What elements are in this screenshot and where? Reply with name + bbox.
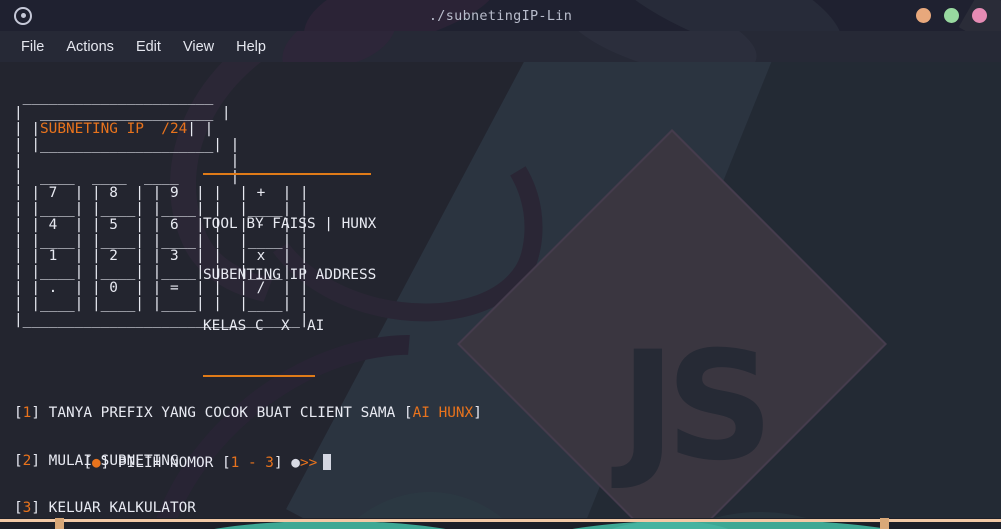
prompt-text-after: ] — [273, 454, 292, 471]
wallpaper-shape-tan-b — [880, 518, 889, 529]
bg-blob — [272, 31, 404, 62]
banner-info-block: TOOL BY FAISS | HUNX SUBENTING IP ADDRES… — [203, 139, 376, 411]
wallpaper-peach-line — [0, 519, 1001, 522]
banner-line-class: KELAS C X AI — [203, 318, 325, 334]
minimize-button[interactable] — [916, 8, 931, 23]
prompt-line[interactable]: [●] PILIH NOMOR [1 - 3] ●>> — [14, 438, 332, 488]
wallpaper-teal-shape — [600, 512, 920, 518]
text-cursor — [323, 453, 332, 470]
window-title: ./subnetingIP-Lin — [428, 7, 573, 24]
window-controls — [916, 0, 987, 31]
wallpaper-diagonal-band-2 — [554, 62, 1001, 518]
wallpaper-shape-tan-a — [55, 518, 64, 529]
js-logo-diamond — [457, 129, 887, 518]
menu-item-help[interactable]: Help — [225, 36, 277, 58]
bg-blob — [554, 31, 766, 62]
desktop-wallpaper-strip — [0, 518, 1001, 529]
terminal-body[interactable]: JS ______________________ | ____________… — [0, 62, 1001, 518]
js-logo-text: JS — [620, 320, 774, 494]
menu-option-3[interactable]: [3] KELUAR KALKULATOR — [14, 500, 482, 517]
menu-item-view[interactable]: View — [172, 36, 225, 58]
close-button[interactable] — [972, 8, 987, 23]
title-bar: ./subnetingIP-Lin — [0, 0, 1001, 31]
prompt-arrow-bullet-icon: ● — [291, 454, 300, 471]
prompt-text-before: ] PILIH NOMOR [ — [100, 454, 231, 471]
menu-option-1-label: TANYA PREFIX YANG COCOK BUAT CLIENT SAMA — [48, 404, 404, 421]
menu-option-1[interactable]: [1] TANYA PREFIX YANG COCOK BUAT CLIENT … — [14, 404, 482, 422]
prompt-arrow-icon: >> — [299, 454, 318, 471]
terminal-window: ./subnetingIP-Lin File Actions Edit View… — [0, 0, 1001, 518]
wallpaper-shape-teal-a — [180, 521, 480, 529]
banner-line-tool: TOOL BY FAISS | HUNX — [203, 216, 377, 232]
prompt-range: 1 - 3 — [230, 454, 274, 471]
menu-item-edit[interactable]: Edit — [125, 36, 172, 58]
menu-item-actions[interactable]: Actions — [55, 36, 125, 58]
menu-option-1-highlight: AI HUNX — [412, 404, 474, 421]
banner-rule-top — [203, 173, 371, 175]
banner-line-subject: SUBENTING IP ADDRESS — [203, 267, 377, 283]
prompt-bullet-icon: ● — [91, 454, 101, 471]
menu-option-3-label: KELUAR KALKULATOR — [48, 500, 196, 517]
calculator-display-text: SUBNETING IP /24 — [40, 121, 188, 138]
screen: ./subnetingIP-Lin File Actions Edit View… — [0, 0, 1001, 529]
maximize-button[interactable] — [944, 8, 959, 23]
menu-bar: File Actions Edit View Help — [0, 31, 1001, 62]
menu-item-file[interactable]: File — [10, 36, 55, 58]
